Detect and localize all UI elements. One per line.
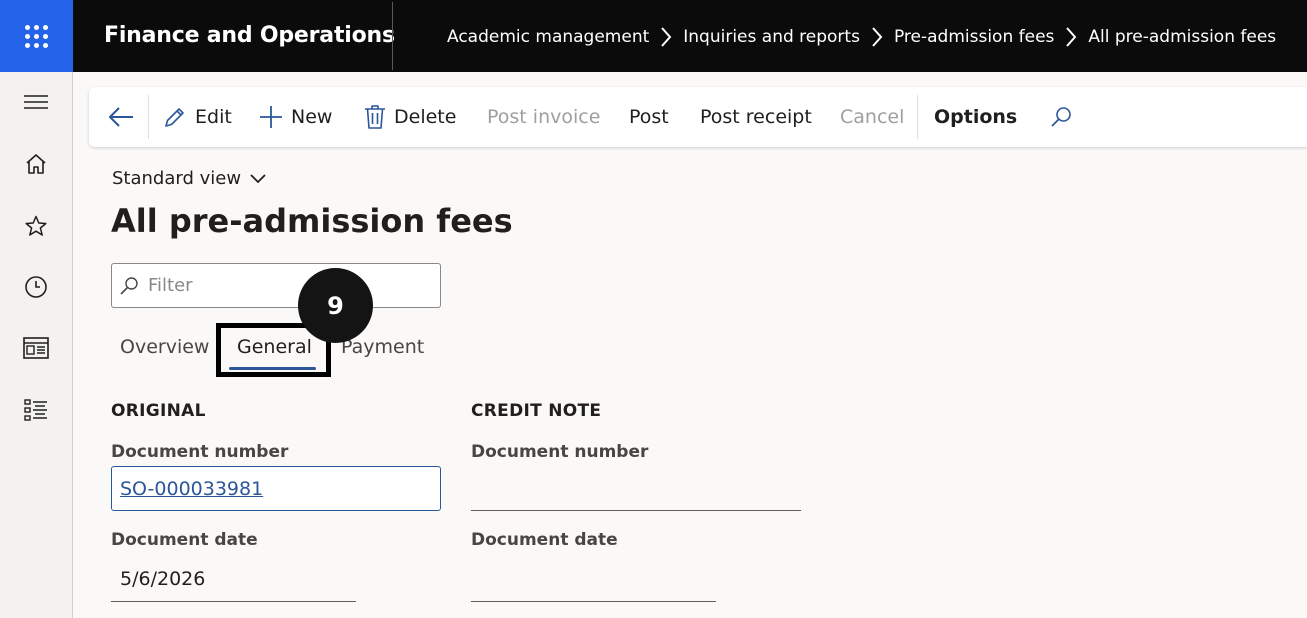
credit-note-document-number-label: Document number [471, 442, 649, 462]
edit-label: Edit [195, 106, 232, 128]
new-label: New [291, 106, 333, 128]
topbar-divider [392, 2, 393, 70]
breadcrumb-item-inquiries-and-reports[interactable]: Inquiries and reports [683, 27, 860, 47]
search-button[interactable] [1049, 87, 1081, 147]
breadcrumb-item-all-pre-admission-fees[interactable]: All pre-admission fees [1088, 27, 1276, 47]
delete-label: Delete [394, 106, 457, 128]
chevron-right-icon [860, 26, 894, 48]
pencil-icon [165, 108, 184, 127]
chevron-right-icon [1054, 26, 1088, 48]
view-selector[interactable]: Standard view [112, 168, 267, 189]
edit-button[interactable]: Edit [163, 87, 232, 147]
app-title[interactable]: Finance and Operations [104, 23, 395, 48]
original-document-number-label: Document number [111, 442, 289, 462]
top-bar: Finance and Operations Academic manageme… [0, 0, 1307, 72]
view-selector-label: Standard view [112, 168, 242, 189]
delete-button[interactable]: Delete [364, 87, 456, 147]
home-icon[interactable] [22, 150, 50, 178]
plus-icon [260, 106, 282, 128]
page-title: All pre-admission fees [111, 202, 513, 240]
original-document-number-field[interactable]: SO-000033981 [111, 466, 441, 511]
credit-note-document-number-field[interactable] [471, 510, 801, 511]
search-icon [119, 276, 139, 300]
credit-note-document-date-field[interactable] [471, 601, 716, 602]
app-launcher-button[interactable] [0, 0, 73, 72]
post-receipt-button[interactable]: Post receipt [700, 87, 812, 147]
breadcrumb-item-academic-management[interactable]: Academic management [447, 27, 649, 47]
chevron-down-icon [250, 173, 266, 183]
section-heading-credit-note: CREDIT NOTE [471, 401, 602, 421]
tab-payment[interactable]: Payment [341, 336, 424, 358]
tab-overview[interactable]: Overview [120, 336, 209, 358]
list-icon[interactable] [22, 396, 50, 424]
search-icon [1051, 107, 1071, 127]
breadcrumb-item-pre-admission-fees[interactable]: Pre-admission fees [894, 27, 1054, 47]
credit-note-document-date-label: Document date [471, 530, 618, 550]
hamburger-icon[interactable] [22, 88, 50, 116]
options-button[interactable]: Options [934, 87, 1017, 147]
back-button[interactable] [107, 87, 143, 147]
star-icon[interactable] [22, 212, 50, 240]
action-pane-divider [148, 95, 149, 139]
clock-icon[interactable] [22, 273, 50, 301]
action-pane-divider [917, 95, 918, 139]
chevron-right-icon [649, 26, 683, 48]
back-arrow-icon [109, 107, 133, 127]
waffle-icon [25, 24, 48, 48]
original-document-date-value: 5/6/2026 [120, 568, 206, 590]
original-document-date-underline [111, 601, 356, 602]
cancel-button[interactable]: Cancel [840, 87, 904, 147]
original-document-date-label: Document date [111, 530, 258, 550]
post-button[interactable]: Post [629, 87, 669, 147]
section-heading-original: ORIGINAL [111, 401, 206, 421]
action-pane: Edit New Delete Post invoice Post Post r… [89, 87, 1307, 147]
trash-icon [365, 105, 385, 129]
step-number-badge: 9 [298, 268, 373, 343]
breadcrumb: Academic management Inquiries and report… [447, 26, 1276, 48]
filter-input[interactable] [111, 263, 441, 308]
post-invoice-button[interactable]: Post invoice [487, 87, 600, 147]
left-nav-rail [0, 72, 73, 618]
original-document-number-link[interactable]: SO-000033981 [120, 478, 263, 500]
workspace-icon[interactable] [22, 334, 50, 362]
new-button[interactable]: New [259, 87, 332, 147]
